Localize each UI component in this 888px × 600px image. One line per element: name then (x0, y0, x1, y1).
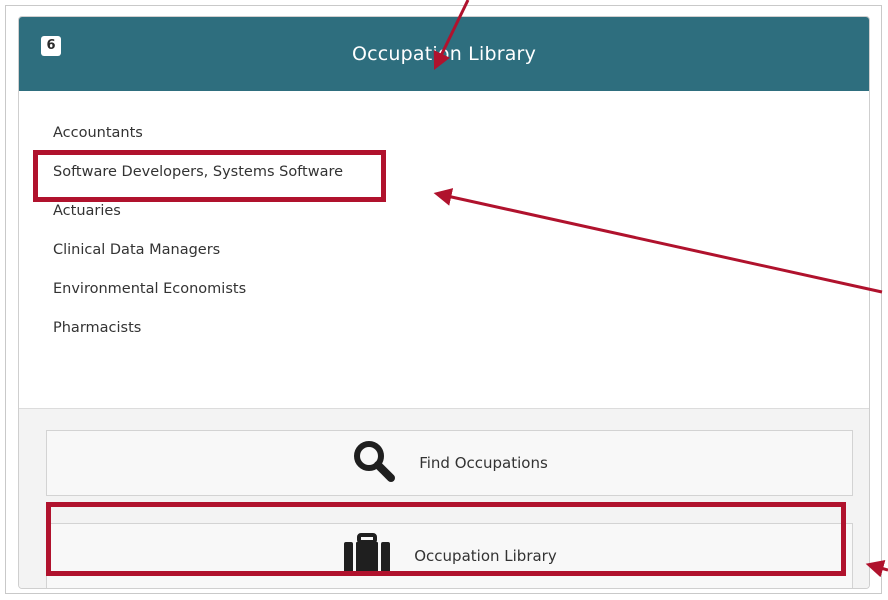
screenshot-stage: Occupation Library 6 Accountants Softwar… (0, 0, 888, 600)
briefcase-icon (342, 533, 392, 579)
occupation-list: Accountants Software Developers, Systems… (53, 123, 343, 357)
occupation-library-label: Occupation Library (414, 547, 557, 565)
find-occupations-label: Find Occupations (419, 454, 548, 472)
occupation-library-panel: Occupation Library 6 Accountants Softwar… (18, 16, 870, 589)
count-badge: 6 (41, 36, 61, 56)
occupation-item-actuaries[interactable]: Actuaries (53, 201, 343, 240)
occupation-item-clinical-data-managers[interactable]: Clinical Data Managers (53, 240, 343, 279)
occupation-item-accountants[interactable]: Accountants (53, 123, 343, 162)
panel-footer: Find Occupations Occupation Library (19, 408, 869, 588)
panel-title: Occupation Library (351, 43, 537, 65)
occupation-item-pharmacists[interactable]: Pharmacists (53, 318, 343, 357)
search-icon (351, 438, 397, 488)
find-occupations-button[interactable]: Find Occupations (46, 430, 853, 496)
occupation-item-environmental-economists[interactable]: Environmental Economists (53, 279, 343, 318)
occupation-library-button[interactable]: Occupation Library (46, 523, 853, 588)
panel-header: Occupation Library 6 (19, 17, 869, 91)
occupation-item-software-developers[interactable]: Software Developers, Systems Software (53, 162, 343, 201)
